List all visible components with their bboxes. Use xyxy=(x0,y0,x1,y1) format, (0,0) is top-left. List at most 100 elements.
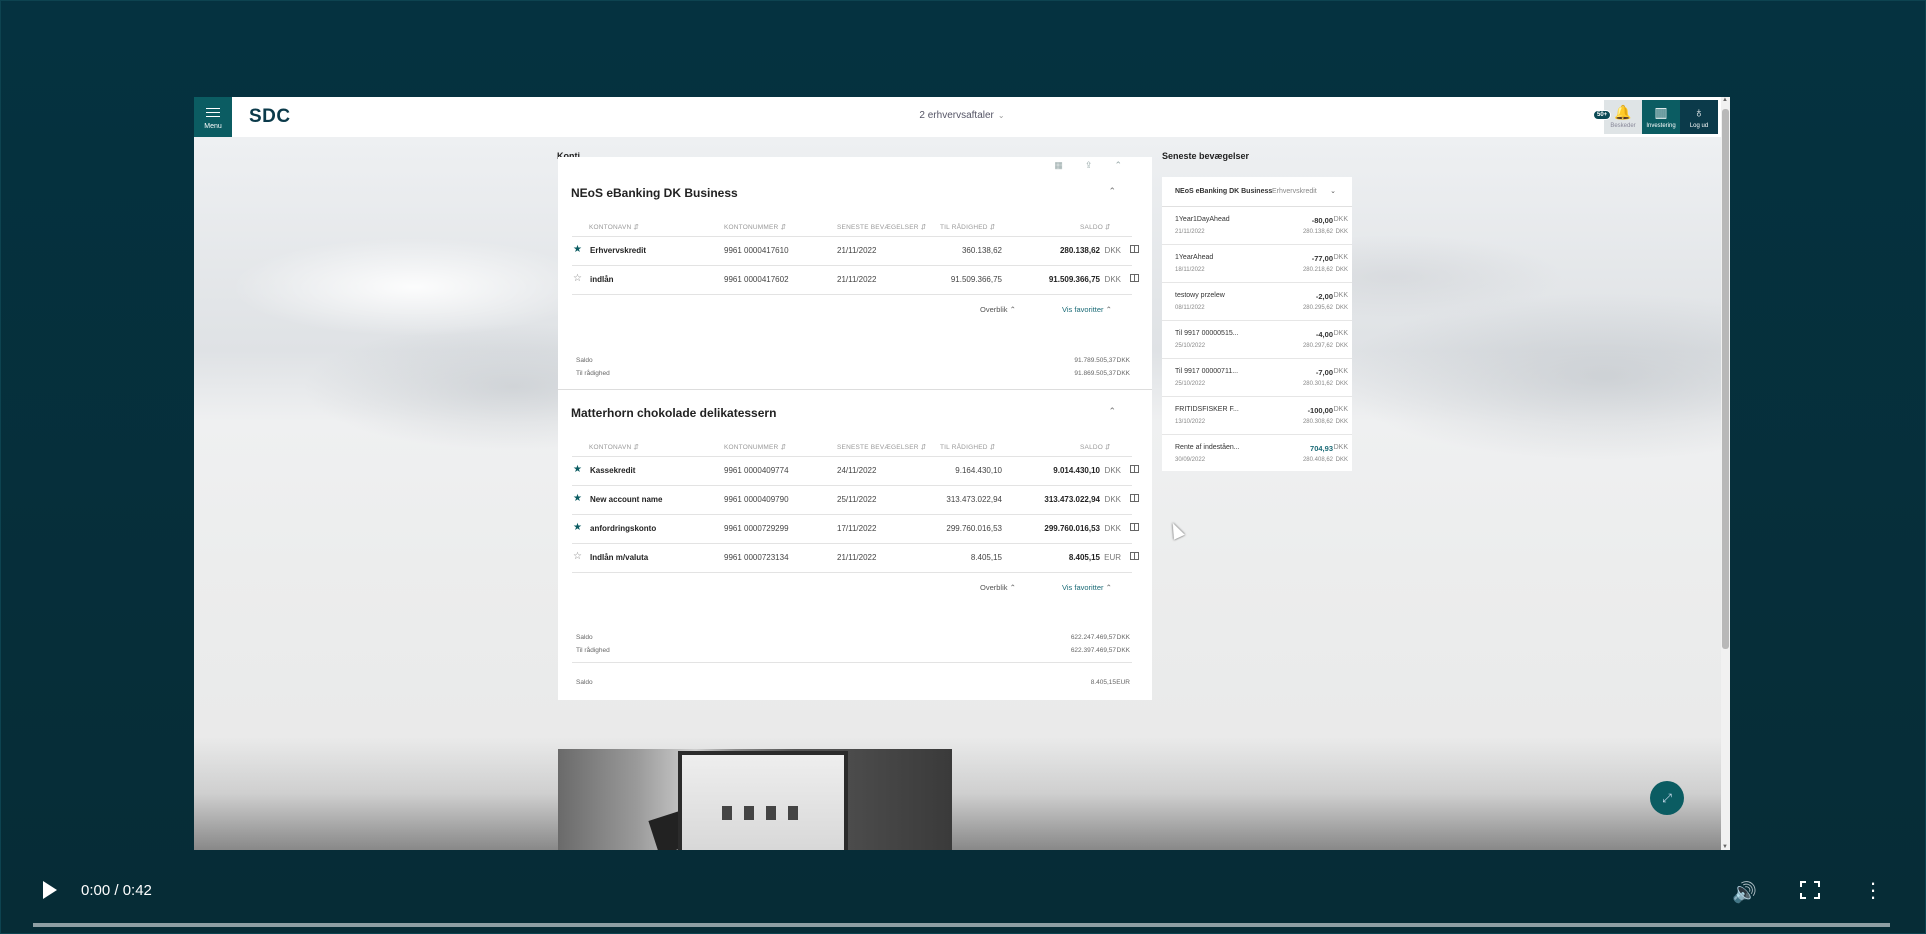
promo-image[interactable] xyxy=(558,749,952,850)
account-available: 91.509.366,75 xyxy=(950,275,1002,284)
account-balance: 299.760.016,53 xyxy=(1044,524,1100,533)
scroll-up-icon[interactable]: ▲ xyxy=(1722,97,1728,103)
movement-item[interactable]: testowy przelew 08/11/2022 -2,00 DKK 280… xyxy=(1162,283,1352,321)
col-header-latest[interactable]: SENESTE BEVÆGELSER ⇵ xyxy=(837,223,926,231)
video-player[interactable]: Menu SDC 2 erhvervsaftaler ⌄ 50+ 🔔 Besked… xyxy=(0,0,1926,934)
star-filled-icon[interactable]: ★ xyxy=(573,464,582,475)
overview-toggle[interactable]: Overblik ⌃ xyxy=(980,305,1016,314)
movements-filter[interactable]: NEoS eBanking DK Business Erhvervskredit… xyxy=(1162,177,1352,207)
movement-date: 25/10/2022 xyxy=(1175,381,1206,387)
total-currency: DKK xyxy=(1116,370,1130,377)
agreement-selector[interactable]: 2 erhvervsaftaler ⌄ xyxy=(194,110,1730,121)
movement-item[interactable]: Til 9917 00000515... 25/10/2022 -4,00 DK… xyxy=(1162,321,1352,359)
account-row[interactable]: ☆ indlån 9961 0000417602 21/11/2022 91.5… xyxy=(558,266,1152,294)
scroll-down-icon[interactable]: ▼ xyxy=(1722,844,1728,850)
col-header-available[interactable]: TIL RÅDIGHED ⇵ xyxy=(940,223,995,231)
notifications-label: Beskeder xyxy=(1610,123,1636,129)
movement-item[interactable]: FRITIDSFISKER F... 13/10/2022 -100,00 DK… xyxy=(1162,397,1352,435)
star-filled-icon[interactable]: ★ xyxy=(573,522,582,533)
movement-name: Til 9917 00000711... xyxy=(1175,368,1239,375)
movement-balance: 280.297,62 xyxy=(1302,343,1333,349)
time-display: 0:00 / 0:42 xyxy=(81,882,152,899)
account-row[interactable]: ★ anfordringskonto 9961 0000729299 17/11… xyxy=(558,515,1152,543)
transfer-icon[interactable] xyxy=(1130,552,1139,560)
collapse-all-icon[interactable]: ⌃ xyxy=(1114,160,1122,171)
star-filled-icon[interactable]: ★ xyxy=(573,244,582,255)
movement-currency: DKK xyxy=(1333,406,1348,413)
show-favorites-toggle[interactable]: Vis favoritter ⌃ xyxy=(1062,305,1112,314)
star-filled-icon[interactable]: ★ xyxy=(573,493,582,504)
expand-icon[interactable]: ⤢ xyxy=(1650,781,1684,815)
account-name: Erhvervskredit xyxy=(590,246,647,255)
account-date: 21/11/2022 xyxy=(837,553,877,562)
bar-chart-icon: ▥ xyxy=(1654,104,1668,120)
col-header-name[interactable]: KONTONAVN ⇵ xyxy=(589,223,639,231)
investing-button[interactable]: ▥ Investering xyxy=(1642,100,1680,134)
chevron-up-icon[interactable]: ⌃ xyxy=(1108,406,1116,417)
screen-bar xyxy=(766,806,776,820)
divider xyxy=(572,294,1132,295)
account-name: anfordringskonto xyxy=(590,524,657,533)
movement-item[interactable]: Til 9917 00000711... 25/10/2022 -7,00 DK… xyxy=(1162,359,1352,397)
transfer-icon[interactable] xyxy=(1130,465,1139,473)
account-balance: 91.509.366,75 xyxy=(1048,275,1100,284)
account-row[interactable]: ☆ Indlån m/valuta 9961 0000723134 21/11/… xyxy=(558,544,1152,572)
col-header-balance[interactable]: SALDO ⇵ xyxy=(1080,443,1111,451)
movement-currency: DKK xyxy=(1333,292,1348,299)
account-row[interactable]: ★ New account name 9961 0000409790 25/11… xyxy=(558,486,1152,514)
screen-bar xyxy=(744,806,754,820)
transfer-icon[interactable] xyxy=(1130,245,1139,253)
account-number: 9961 0000723134 xyxy=(724,553,789,562)
logout-label: Log ud xyxy=(1689,123,1709,129)
show-favorites-toggle[interactable]: Vis favoritter ⌃ xyxy=(1062,583,1112,592)
account-row[interactable]: ★ Kassekredit 9961 0000409774 24/11/2022… xyxy=(558,457,1152,485)
fs-corner xyxy=(1800,881,1806,887)
account-date: 24/11/2022 xyxy=(837,466,877,475)
transfer-icon[interactable] xyxy=(1130,494,1139,502)
movement-date: 18/11/2022 xyxy=(1175,267,1205,273)
col-header-latest[interactable]: SENESTE BEVÆGELSER ⇵ xyxy=(837,443,926,451)
transfer-icon[interactable] xyxy=(1130,523,1139,531)
overview-toggle[interactable]: Overblik ⌃ xyxy=(980,583,1016,592)
account-currency: DKK xyxy=(1104,524,1121,533)
star-outline-icon[interactable]: ☆ xyxy=(573,273,582,284)
star-outline-icon[interactable]: ☆ xyxy=(573,551,582,562)
account-currency: EUR xyxy=(1104,553,1121,562)
account-date: 25/11/2022 xyxy=(837,495,877,504)
fs-corner xyxy=(1814,893,1820,899)
qr-icon[interactable]: ▦ xyxy=(1054,160,1063,171)
col-header-number[interactable]: KONTONUMMER ⇵ xyxy=(724,223,786,231)
account-name: indlån xyxy=(590,275,614,284)
account-number: 9961 0000729299 xyxy=(724,524,789,533)
total-label: Saldo xyxy=(576,679,593,686)
movement-date: 21/11/2022 xyxy=(1175,229,1205,235)
notifications-button[interactable]: 50+ 🔔 Beskeder xyxy=(1593,100,1642,134)
logout-button[interactable]: ♁ Log ud xyxy=(1680,100,1718,134)
fullscreen-icon[interactable] xyxy=(1800,881,1820,899)
agreement-label: 2 erhvervsaftaler xyxy=(919,110,994,121)
share-icon[interactable]: ⇪ xyxy=(1085,160,1093,171)
movement-balance-currency: DKK xyxy=(1335,343,1348,349)
play-icon[interactable] xyxy=(43,881,57,899)
movement-item[interactable]: 1YearAhead 18/11/2022 -77,00 DKK 280.218… xyxy=(1162,245,1352,283)
divider xyxy=(558,389,1152,390)
movement-item[interactable]: 1Year1DayAhead 21/11/2022 -80,00 DKK 280… xyxy=(1162,207,1352,245)
volume-icon[interactable]: 🔊 xyxy=(1732,880,1757,905)
scrollbar-thumb[interactable] xyxy=(1722,109,1729,649)
chevron-up-icon[interactable]: ⌃ xyxy=(1108,186,1116,197)
total-label: Til rådighed xyxy=(576,370,610,377)
col-header-balance[interactable]: SALDO ⇵ xyxy=(1080,223,1111,231)
col-header-available[interactable]: TIL RÅDIGHED ⇵ xyxy=(940,443,995,451)
movement-item[interactable]: Rente af indeståen... 30/09/2022 704,93 … xyxy=(1162,435,1352,473)
col-header-name[interactable]: KONTONAVN ⇵ xyxy=(589,443,639,451)
col-header-number[interactable]: KONTONUMMER ⇵ xyxy=(724,443,786,451)
scrollbar[interactable]: ▲ ▼ xyxy=(1721,97,1730,850)
account-row[interactable]: ★ Erhvervskredit 9961 0000417610 21/11/2… xyxy=(558,237,1152,265)
video-controls: 0:00 / 0:42 🔊 · · · xyxy=(1,871,1926,934)
movement-balance-currency: DKK xyxy=(1335,267,1348,273)
movement-currency: DKK xyxy=(1333,216,1348,223)
progress-bar[interactable] xyxy=(33,923,1890,927)
more-options-icon[interactable]: · · · xyxy=(1868,872,1878,908)
account-available: 360.138,62 xyxy=(961,246,1002,255)
transfer-icon[interactable] xyxy=(1130,274,1139,282)
